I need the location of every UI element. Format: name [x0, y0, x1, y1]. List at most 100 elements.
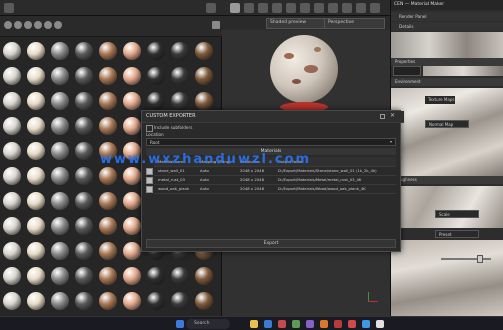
grid-toggle-icon[interactable]	[212, 21, 220, 29]
app-icon[interactable]	[292, 320, 300, 328]
browser-icon[interactable]	[264, 320, 272, 328]
app-icon[interactable]	[376, 320, 384, 328]
material-thumbnail[interactable]	[51, 292, 69, 310]
material-thumbnail[interactable]	[195, 42, 213, 60]
material-thumbnail[interactable]	[75, 92, 93, 110]
material-thumbnail[interactable]	[147, 42, 165, 60]
material-thumbnail[interactable]	[3, 167, 21, 185]
material-thumbnail[interactable]	[27, 67, 45, 85]
table-row[interactable]: wood_oak_plank Auto 2048 x 2048 D:/Expor…	[154, 184, 396, 194]
material-thumbnail[interactable]	[99, 92, 117, 110]
material-thumbnail[interactable]	[99, 217, 117, 235]
slider-track[interactable]	[441, 258, 491, 260]
material-thumbnail[interactable]	[3, 67, 21, 85]
mapping-value[interactable]: Auto	[200, 168, 238, 173]
material-thumbnail[interactable]	[3, 292, 21, 310]
material-thumbnail[interactable]	[195, 267, 213, 285]
material-thumbnail[interactable]	[123, 242, 141, 260]
material-thumbnail[interactable]	[51, 42, 69, 60]
material-thumbnail[interactable]	[123, 217, 141, 235]
material-thumbnail[interactable]	[99, 117, 117, 135]
material-thumbnail[interactable]	[171, 67, 189, 85]
material-thumbnail[interactable]	[75, 167, 93, 185]
material-thumbnail[interactable]	[27, 217, 45, 235]
material-thumbnail[interactable]	[99, 67, 117, 85]
render-icon[interactable]	[342, 3, 352, 13]
material-thumbnail[interactable]	[99, 167, 117, 185]
material-thumbnail[interactable]	[195, 292, 213, 310]
recent-icon[interactable]	[44, 21, 52, 29]
mapping-value[interactable]: Auto	[200, 177, 238, 182]
app-icon[interactable]	[362, 320, 370, 328]
camera-dropdown[interactable]: Perspective	[324, 18, 385, 29]
material-thumbnail[interactable]	[99, 292, 117, 310]
material-thumbnail[interactable]	[51, 267, 69, 285]
row-checkbox[interactable]	[146, 186, 153, 193]
normal-map-field[interactable]: Normal Map	[425, 120, 469, 128]
material-thumbnail[interactable]	[75, 142, 93, 160]
material-thumbnail[interactable]	[99, 192, 117, 210]
file-explorer-icon[interactable]	[250, 320, 258, 328]
add-icon[interactable]	[54, 21, 62, 29]
material-thumbnail[interactable]	[51, 242, 69, 260]
material-thumbnail[interactable]	[195, 92, 213, 110]
material-thumbnail[interactable]	[99, 267, 117, 285]
menu-icon[interactable]	[4, 3, 14, 13]
material-thumbnail[interactable]	[27, 267, 45, 285]
tag-icon[interactable]	[24, 21, 32, 29]
material-thumbnail[interactable]	[123, 192, 141, 210]
resolution-value[interactable]: 2048 x 2048	[240, 168, 274, 173]
material-thumbnail[interactable]	[27, 92, 45, 110]
material-thumbnail[interactable]	[75, 117, 93, 135]
scale-icon[interactable]	[286, 3, 296, 13]
close-icon[interactable]: ✕	[390, 112, 395, 119]
material-thumbnail[interactable]	[27, 292, 45, 310]
material-thumbnail[interactable]	[27, 117, 45, 135]
material-thumbnail[interactable]	[75, 42, 93, 60]
material-thumbnail[interactable]	[51, 217, 69, 235]
resolution-value[interactable]: 2048 x 2048	[240, 177, 274, 182]
material-thumbnail[interactable]	[123, 267, 141, 285]
material-thumbnail[interactable]	[147, 267, 165, 285]
mapping-value[interactable]: Auto	[200, 186, 238, 191]
material-thumbnail[interactable]	[75, 217, 93, 235]
material-thumbnail[interactable]	[27, 242, 45, 260]
material-thumbnail[interactable]	[3, 192, 21, 210]
material-thumbnail[interactable]	[123, 167, 141, 185]
material-thumbnail[interactable]	[51, 142, 69, 160]
output-folder[interactable]: D:/Export/Materials/Metal/metal_rust_03_…	[278, 177, 394, 182]
sort-icon[interactable]	[14, 21, 22, 29]
slider-handle[interactable]	[477, 255, 483, 263]
resolution-value[interactable]: 2048 x 2048	[240, 186, 274, 191]
material-thumbnail[interactable]	[75, 292, 93, 310]
material-thumbnail[interactable]	[75, 192, 93, 210]
rotate-icon[interactable]	[272, 3, 282, 13]
material-thumbnail[interactable]	[3, 142, 21, 160]
material-thumbnail[interactable]	[3, 42, 21, 60]
light-icon[interactable]	[328, 3, 338, 13]
material-thumbnail[interactable]	[195, 67, 213, 85]
share-icon[interactable]	[370, 3, 380, 13]
material-thumbnail[interactable]	[27, 167, 45, 185]
move-icon[interactable]	[258, 3, 268, 13]
material-thumbnail[interactable]	[3, 242, 21, 260]
material-thumbnail[interactable]	[171, 42, 189, 60]
material-thumbnail[interactable]	[147, 92, 165, 110]
material-thumbnail[interactable]	[123, 117, 141, 135]
material-thumbnail[interactable]	[123, 292, 141, 310]
app-icon[interactable]	[334, 320, 342, 328]
material-thumbnail[interactable]	[51, 67, 69, 85]
material-thumbnail[interactable]	[171, 92, 189, 110]
taskbar-search[interactable]: Search	[186, 319, 230, 329]
panel-header-render[interactable]: Render Panel	[391, 12, 503, 21]
favorites-icon[interactable]	[34, 21, 42, 29]
material-thumbnail[interactable]	[27, 142, 45, 160]
material-thumbnail[interactable]	[3, 217, 21, 235]
material-thumbnail[interactable]	[123, 67, 141, 85]
snapshot-icon[interactable]	[356, 3, 366, 13]
material-thumbnail[interactable]	[75, 67, 93, 85]
material-thumbnail[interactable]	[147, 67, 165, 85]
output-folder[interactable]: D:/Export/Materials/Wood/wood_oak_plank_…	[278, 186, 394, 191]
app-icon[interactable]	[320, 320, 328, 328]
app-icon[interactable]	[278, 320, 286, 328]
